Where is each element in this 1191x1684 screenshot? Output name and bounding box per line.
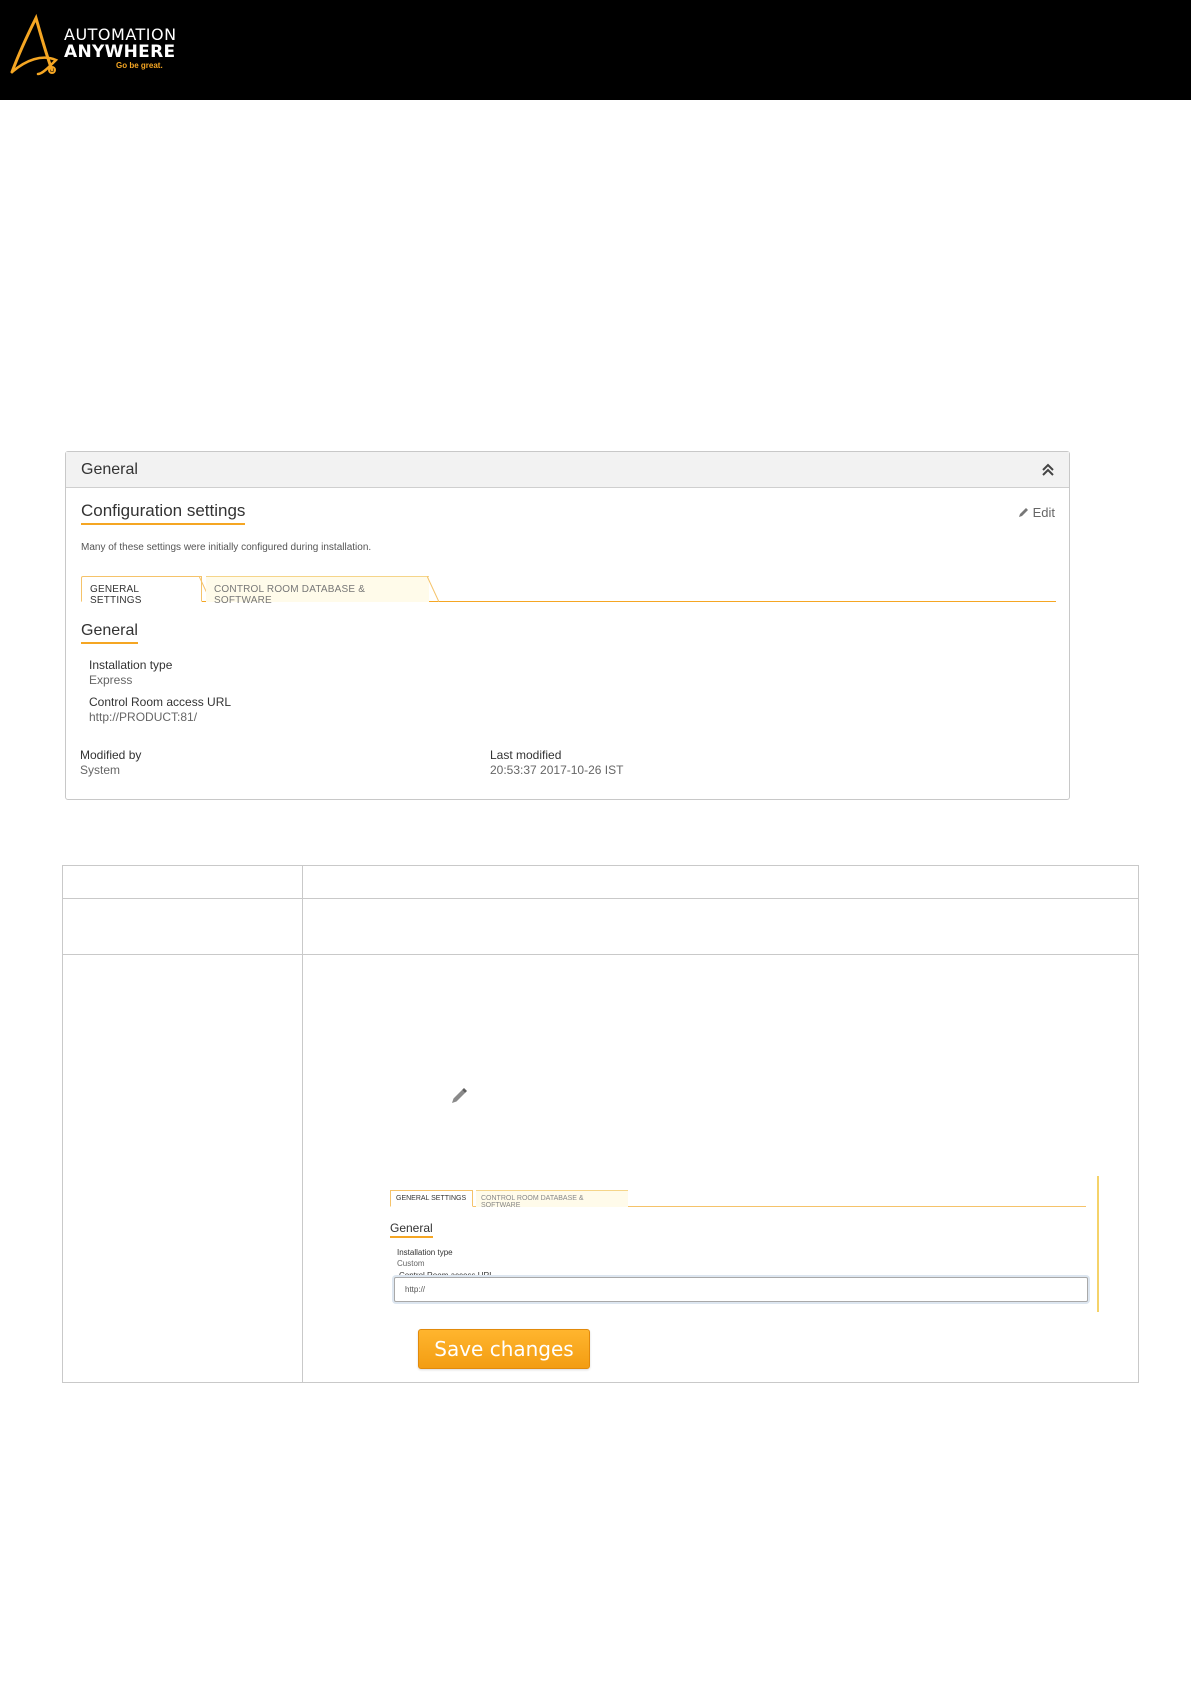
- pencil-icon: [1018, 508, 1028, 517]
- tab-control-room-database[interactable]: CONTROL ROOM DATABASE & SOFTWARE: [206, 576, 429, 606]
- form-edge-rule: [1097, 1176, 1099, 1312]
- table-row-divider: [63, 898, 1138, 899]
- save-changes-button[interactable]: Save changes: [418, 1329, 590, 1369]
- modified-by-label: Modified by: [80, 748, 142, 762]
- modified-by-value: System: [80, 763, 121, 777]
- general-settings-panel: General Configuration settings Edit Many…: [65, 451, 1070, 800]
- installation-type-value: Express: [89, 673, 133, 687]
- configuration-description: Many of these settings were initially co…: [81, 542, 372, 553]
- table-row-divider: [63, 954, 1138, 955]
- table-column-divider: [302, 866, 303, 1382]
- tab-control-room-database[interactable]: CONTROL ROOM DATABASE & SOFTWARE: [476, 1190, 628, 1209]
- automation-anywhere-logo: AUTOMATION ANYWHERE Go be great.: [8, 14, 188, 78]
- pencil-icon: [452, 1088, 467, 1103]
- access-url-label: Control Room access URL: [89, 695, 232, 709]
- logo-text-line2: ANYWHERE: [64, 42, 176, 62]
- access-url-value: http://PRODUCT:81/: [89, 710, 198, 724]
- panel-title: General: [81, 461, 138, 478]
- page-header-band: AUTOMATION ANYWHERE Go be great.: [0, 0, 1191, 100]
- edit-form-screenshot: GENERAL SETTINGS CONTROL ROOM DATABASE &…: [377, 1176, 1099, 1322]
- steps-table: GENERAL SETTINGS CONTROL ROOM DATABASE &…: [62, 865, 1139, 1383]
- last-modified-value: 20:53:37 2017-10-26 IST: [490, 763, 624, 777]
- last-modified-label: Last modified: [490, 748, 562, 762]
- settings-tabs: GENERAL SETTINGS CONTROL ROOM DATABASE &…: [81, 576, 1056, 606]
- configuration-settings-title: Configuration settings: [81, 501, 246, 525]
- edit-label: Edit: [1032, 505, 1055, 520]
- logo-tagline: Go be great.: [116, 61, 163, 70]
- logo-mark-icon: [10, 14, 59, 76]
- access-url-input[interactable]: http://: [394, 1277, 1088, 1302]
- edit-link[interactable]: Edit: [1017, 505, 1055, 520]
- installation-type-label: Installation type: [89, 658, 173, 672]
- edit-form-tabs: GENERAL SETTINGS CONTROL ROOM DATABASE &…: [390, 1190, 1086, 1209]
- general-section-title: General: [81, 622, 138, 644]
- general-section-title: General: [390, 1221, 433, 1238]
- tab-separator: [427, 576, 439, 602]
- double-chevron-up-icon[interactable]: [1039, 461, 1057, 479]
- tab-general-settings[interactable]: GENERAL SETTINGS: [81, 576, 202, 606]
- tab-general-settings[interactable]: GENERAL SETTINGS: [390, 1190, 473, 1207]
- installation-type-label: Installation type: [397, 1248, 453, 1257]
- panel-header[interactable]: General: [66, 452, 1069, 488]
- installation-type-value: Custom: [397, 1259, 425, 1268]
